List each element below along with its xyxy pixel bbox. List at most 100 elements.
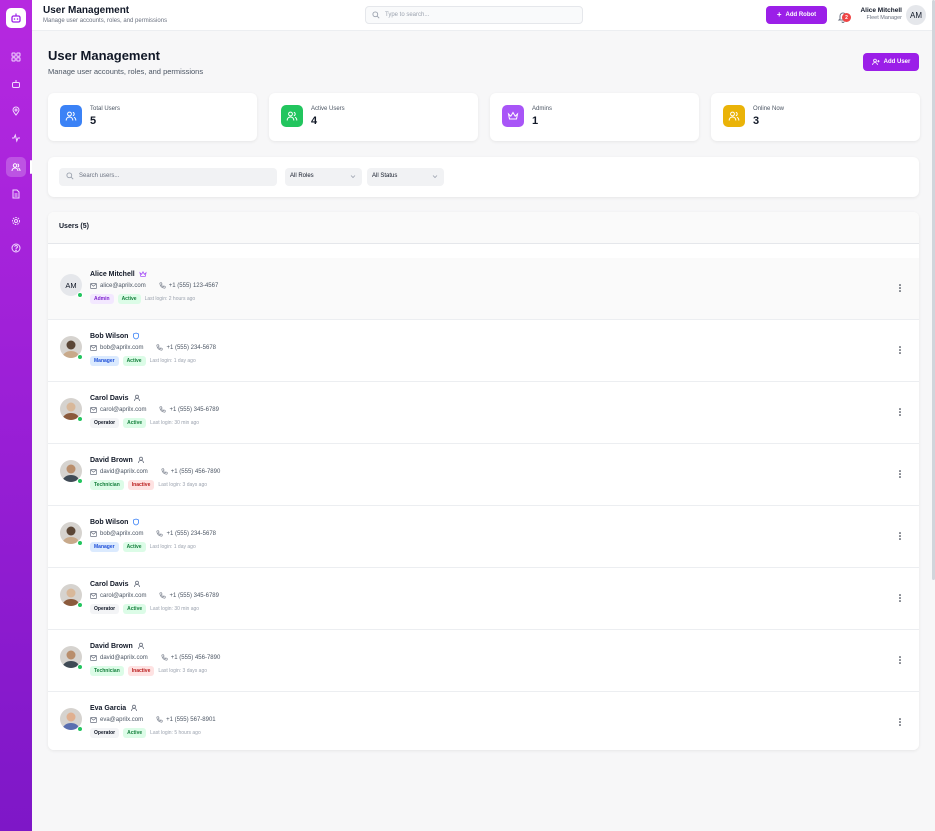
- phone-icon: [156, 344, 163, 351]
- more-vertical-icon[interactable]: [897, 468, 903, 480]
- last-login: Last login: 3 days ago: [158, 482, 208, 488]
- current-user-avatar[interactable]: AM: [906, 5, 926, 25]
- more-vertical-icon[interactable]: [897, 406, 903, 418]
- user-icon: [133, 580, 141, 588]
- user-email[interactable]: carol@aprilx.com: [100, 407, 146, 413]
- more-vertical-icon[interactable]: [897, 592, 903, 604]
- page-title: User Management: [48, 48, 160, 63]
- user-row[interactable]: David Brown david@aprilx.com +1 (555) 456-…: [48, 444, 919, 506]
- stat-label: Active Users: [311, 106, 345, 112]
- map-pin-icon[interactable]: [6, 101, 26, 121]
- users-check-icon: [281, 105, 303, 127]
- status-badge: Active: [123, 604, 147, 614]
- mail-icon: [90, 406, 97, 413]
- shield-icon: [132, 518, 140, 526]
- user-email[interactable]: eva@aprilx.com: [100, 717, 143, 723]
- user-row[interactable]: AM Alice Mitchell alice@aprilx.com +1 (555)…: [48, 258, 919, 320]
- role-badge: Manager: [90, 356, 119, 366]
- user-phone: +1 (555) 456-7890: [170, 468, 221, 475]
- chevron-down-icon: [432, 175, 438, 179]
- document-icon[interactable]: [6, 184, 26, 204]
- activity-icon[interactable]: [6, 128, 26, 148]
- status-badge: Active: [123, 728, 147, 738]
- users-icon[interactable]: [6, 157, 26, 177]
- status-filter-select[interactable]: All Status: [367, 168, 444, 186]
- user-name-line: David Brown: [90, 642, 145, 650]
- mail-icon: [90, 344, 97, 351]
- role-badge: Admin: [90, 294, 114, 304]
- user-contact: carol@aprilx.com +1 (555) 345-6789: [90, 592, 219, 599]
- online-status-dot: [77, 726, 83, 732]
- user-contact: david@aprilx.com +1 (555) 456-7890: [90, 468, 220, 475]
- status-badge: Active: [123, 418, 147, 428]
- user-row[interactable]: Carol Davis carol@aprilx.com +1 (555) 345-…: [48, 382, 919, 444]
- current-user-info[interactable]: Alice Mitchell Fleet Manager: [854, 7, 902, 21]
- user-icon: [133, 394, 141, 402]
- dashboard-grid-icon[interactable]: [6, 47, 26, 67]
- user-plus-icon: [871, 58, 880, 66]
- sidebar: [0, 0, 32, 831]
- user-row[interactable]: Bob Wilson bob@aprilx.com +1 (555) 234-567…: [48, 320, 919, 382]
- help-circle-icon[interactable]: [6, 238, 26, 258]
- add-robot-label: Add Robot: [785, 12, 817, 18]
- more-vertical-icon[interactable]: [897, 716, 903, 728]
- stat-value: 1: [532, 115, 539, 127]
- role-filter-select[interactable]: All Roles: [285, 168, 362, 186]
- robot-logo-icon[interactable]: [6, 8, 26, 28]
- last-login: Last login: 1 day ago: [149, 358, 196, 364]
- user-email[interactable]: david@aprilx.com: [100, 655, 148, 661]
- last-login: Last login: 30 min ago: [150, 606, 200, 612]
- current-user-role: Fleet Manager: [866, 15, 902, 21]
- more-vertical-icon[interactable]: [897, 282, 903, 294]
- user-phone: +1 (555) 456-7890: [170, 654, 221, 661]
- status-badge: Active: [122, 542, 146, 552]
- stat-label: Admins: [532, 106, 553, 112]
- user-row[interactable]: Carol Davis carol@aprilx.com +1 (555) 345-…: [48, 568, 919, 630]
- more-vertical-icon[interactable]: [897, 654, 903, 666]
- robot-icon[interactable]: [6, 74, 26, 94]
- role-badge: Manager: [90, 542, 119, 552]
- add-user-button[interactable]: Add User: [863, 53, 919, 71]
- user-row[interactable]: Eva Garcia eva@aprilx.com +1 (555) 567-890…: [48, 692, 919, 750]
- stat-card-active-users: Active Users 4: [269, 93, 478, 141]
- status-badge: Active: [117, 294, 141, 304]
- user-email[interactable]: alice@aprilx.com: [100, 283, 146, 289]
- user-name-line: Eva Garcia: [90, 704, 138, 712]
- user-email[interactable]: bob@aprilx.com: [100, 531, 143, 537]
- user-tags: Manager Active Last login: 1 day ago: [90, 542, 196, 552]
- role-badge: Operator: [90, 604, 120, 614]
- add-robot-button[interactable]: + Add Robot: [766, 6, 827, 24]
- user-contact: bob@aprilx.com +1 (555) 234-5678: [90, 344, 216, 351]
- more-vertical-icon[interactable]: [897, 530, 903, 542]
- status-filter-value: All Status: [372, 173, 398, 179]
- role-badge: Operator: [90, 418, 120, 428]
- role-badge: Technician: [90, 666, 124, 676]
- phone-icon: [161, 654, 168, 661]
- stat-value: 5: [90, 115, 97, 127]
- phone-icon: [159, 406, 166, 413]
- user-row[interactable]: Bob Wilson bob@aprilx.com +1 (555) 234-567…: [48, 506, 919, 568]
- users-icon: [60, 105, 82, 127]
- status-badge: Active: [122, 356, 146, 366]
- stat-label: Online Now: [753, 106, 785, 112]
- phone-icon: [156, 716, 163, 723]
- user-contact: david@aprilx.com +1 (555) 456-7890: [90, 654, 220, 661]
- user-name-line: Carol Davis: [90, 580, 141, 588]
- topbar-subtitle: Manage user accounts, roles, and permiss…: [43, 18, 168, 24]
- stat-card-admins: Admins 1: [490, 93, 699, 141]
- global-search-input[interactable]: Type to search...: [365, 6, 583, 24]
- user-email[interactable]: david@aprilx.com: [100, 469, 148, 475]
- top-bar: User Management Manage user accounts, ro…: [32, 0, 935, 31]
- user-name: Bob Wilson: [90, 518, 129, 526]
- user-tags: Technician Inactive Last login: 3 days ago: [90, 480, 207, 490]
- user-name: Carol Davis: [90, 580, 129, 588]
- users-list-card: Users (5) AM Alice Mitchell alice@aprilx.c…: [48, 212, 919, 750]
- user-search-input[interactable]: Search users...: [59, 168, 277, 186]
- user-email[interactable]: bob@aprilx.com: [100, 345, 143, 351]
- user-email[interactable]: carol@aprilx.com: [100, 593, 146, 599]
- user-row[interactable]: David Brown david@aprilx.com +1 (555) 456-…: [48, 630, 919, 692]
- more-vertical-icon[interactable]: [897, 344, 903, 356]
- mail-icon: [90, 530, 97, 537]
- settings-icon[interactable]: [6, 211, 26, 231]
- user-name-line: Carol Davis: [90, 394, 141, 402]
